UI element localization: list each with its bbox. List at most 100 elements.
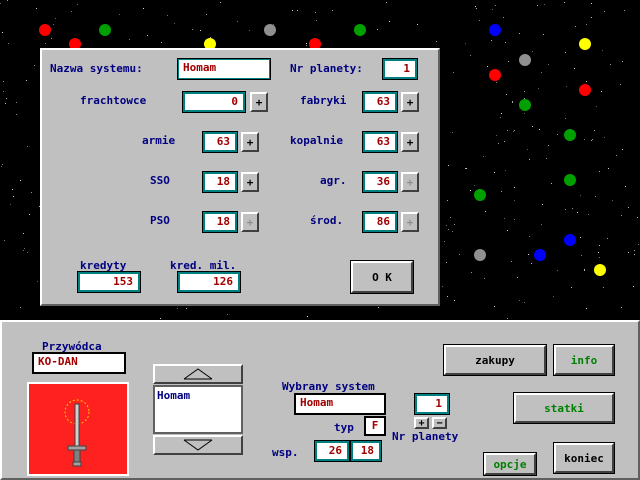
list-scroll-down[interactable]	[153, 435, 243, 455]
star	[564, 2, 565, 3]
star	[3, 91, 4, 92]
opcje-button[interactable]: opcje	[484, 453, 536, 475]
star	[2, 32, 3, 33]
star	[548, 64, 549, 65]
star	[524, 113, 525, 114]
star	[492, 9, 493, 10]
star	[574, 68, 575, 69]
star	[7, 0, 8, 1]
star	[465, 43, 466, 44]
star	[20, 307, 21, 308]
agr-plus-button[interactable]: +	[401, 172, 419, 192]
koniec-button[interactable]: koniec	[554, 443, 614, 473]
planet[interactable]	[579, 84, 591, 96]
planet-plus-button[interactable]: +	[414, 417, 429, 429]
planet[interactable]	[474, 249, 486, 261]
selected-system-label: Wybrany system	[282, 380, 375, 393]
star	[5, 103, 6, 104]
star	[514, 130, 515, 131]
planet[interactable]	[39, 24, 51, 36]
star	[485, 211, 486, 212]
star	[496, 82, 497, 83]
sso-plus-button[interactable]: +	[241, 172, 259, 192]
star	[620, 84, 621, 85]
list-item[interactable]: Homam	[155, 387, 241, 404]
list-scroll-up[interactable]	[153, 364, 243, 384]
star	[634, 254, 635, 255]
zakupy-button[interactable]: zakupy	[444, 345, 546, 375]
star	[507, 318, 508, 319]
star	[23, 250, 24, 251]
agr-field[interactable]: 36	[362, 171, 398, 193]
frachtowce-plus-button[interactable]: +	[250, 92, 268, 112]
systems-list[interactable]: Homam	[153, 385, 243, 434]
pso-plus-button[interactable]: +	[241, 212, 259, 232]
srod-field[interactable]: 86	[362, 211, 398, 233]
frachtowce-field[interactable]: 0	[182, 91, 246, 113]
star	[622, 149, 623, 150]
star	[602, 50, 603, 51]
armie-field[interactable]: 63	[202, 131, 238, 153]
star	[591, 17, 592, 18]
star	[607, 238, 608, 239]
planet[interactable]	[354, 24, 366, 36]
star	[584, 270, 585, 271]
star	[448, 165, 449, 166]
star	[595, 196, 596, 197]
srod-plus-button[interactable]: +	[401, 212, 419, 232]
statki-button[interactable]: statki	[514, 393, 614, 423]
star	[3, 81, 4, 82]
star	[454, 224, 455, 225]
armie-plus-button[interactable]: +	[241, 132, 259, 152]
planet[interactable]	[519, 99, 531, 111]
star	[315, 12, 316, 13]
star	[517, 277, 518, 278]
star	[206, 14, 207, 15]
sso-field[interactable]: 18	[202, 171, 238, 193]
planet-minus-button[interactable]: −	[432, 417, 447, 429]
star	[10, 204, 11, 205]
planet[interactable]	[564, 129, 576, 141]
star	[507, 230, 508, 231]
planet[interactable]	[264, 24, 276, 36]
info-button[interactable]: info	[554, 345, 614, 375]
star	[513, 131, 514, 132]
planet[interactable]	[579, 38, 591, 50]
star	[524, 302, 525, 303]
planet[interactable]	[99, 24, 111, 36]
fabryki-plus-button[interactable]: +	[401, 92, 419, 112]
agr-label: agr.	[320, 174, 347, 187]
star	[471, 272, 472, 273]
planet[interactable]	[489, 24, 501, 36]
planet[interactable]	[594, 264, 606, 276]
fabryki-field[interactable]: 63	[362, 91, 398, 113]
planet[interactable]	[489, 69, 501, 81]
star	[417, 24, 418, 25]
star	[227, 314, 228, 315]
planet[interactable]	[564, 174, 576, 186]
planet[interactable]	[474, 189, 486, 201]
star	[580, 237, 581, 238]
star	[565, 52, 566, 53]
kopalnie-label: kopalnie	[290, 134, 343, 147]
selected-system-field: Homam	[294, 393, 386, 415]
star	[625, 186, 626, 187]
star	[446, 262, 447, 263]
star	[389, 21, 390, 22]
star	[143, 8, 144, 9]
planet-number-field[interactable]: 1	[382, 58, 418, 80]
planet[interactable]	[564, 234, 576, 246]
star	[541, 72, 542, 73]
star	[539, 129, 540, 130]
planet[interactable]	[519, 54, 531, 66]
star	[167, 15, 168, 16]
star	[541, 224, 542, 225]
system-name-field[interactable]: Homam	[177, 58, 271, 80]
star	[29, 214, 30, 215]
kopalnie-plus-button[interactable]: +	[401, 132, 419, 152]
ok-button[interactable]: O K	[351, 261, 413, 293]
star	[529, 159, 530, 160]
kopalnie-field[interactable]: 63	[362, 131, 398, 153]
planet[interactable]	[534, 249, 546, 261]
pso-field[interactable]: 18	[202, 211, 238, 233]
